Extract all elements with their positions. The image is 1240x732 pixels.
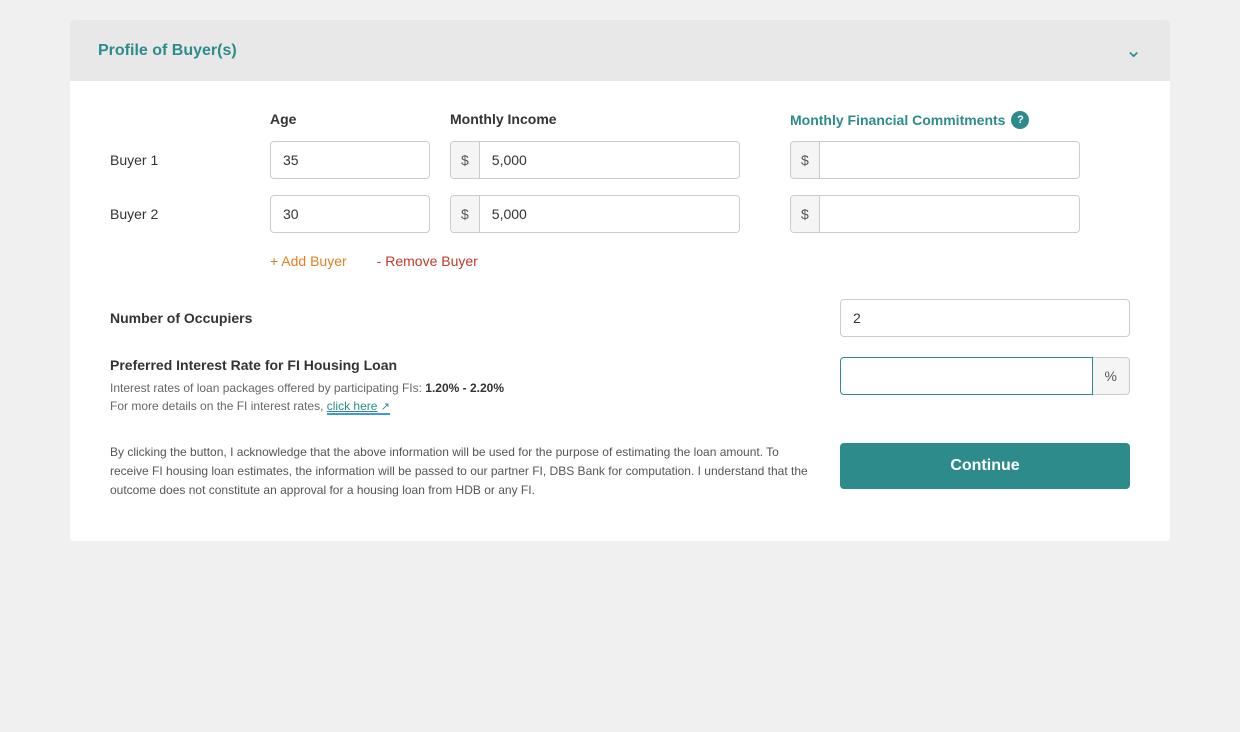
buyer-2-label: Buyer 2 xyxy=(110,206,270,222)
interest-rate-left: Preferred Interest Rate for FI Housing L… xyxy=(110,357,840,419)
interest-rate-input[interactable] xyxy=(840,357,1093,395)
age-column-header: Age xyxy=(270,111,450,129)
income-column-header: Monthly Income xyxy=(450,111,790,129)
buyer-1-age-input[interactable] xyxy=(270,141,430,179)
disclaimer-section: By clicking the button, I acknowledge th… xyxy=(110,443,1130,501)
occupiers-input[interactable] xyxy=(840,299,1130,337)
buyer-2-commitments-input[interactable] xyxy=(820,196,1079,232)
buyer-2-commitments-field: $ xyxy=(790,195,1080,233)
interest-rate-row: Preferred Interest Rate for FI Housing L… xyxy=(110,357,1130,419)
remove-buyer-link[interactable]: - Remove Buyer xyxy=(377,253,478,269)
buyer-2-age-input[interactable] xyxy=(270,195,430,233)
occupiers-row: Number of Occupiers xyxy=(110,299,1130,337)
buyer-2-row: Buyer 2 $ $ xyxy=(110,195,1130,233)
buyer-actions: + Add Buyer - Remove Buyer xyxy=(110,253,1130,269)
buyer-1-income-field: $ xyxy=(450,141,740,179)
buyer-1-label: Buyer 1 xyxy=(110,152,270,168)
buyer-1-commitments-field: $ xyxy=(790,141,1080,179)
dollar-prefix-icon-4: $ xyxy=(791,196,820,232)
occupiers-input-wrapper xyxy=(840,299,1130,337)
percent-suffix: % xyxy=(1093,357,1130,395)
chevron-down-icon: ⌄ xyxy=(1125,38,1142,63)
commitments-column-header: Monthly Financial Commitments ? xyxy=(790,111,1130,129)
interest-rate-info-2: For more details on the FI interest rate… xyxy=(110,399,840,415)
occupiers-label: Number of Occupiers xyxy=(110,310,840,326)
page-container: Profile of Buyer(s) ⌄ Age Monthly Income… xyxy=(70,20,1170,541)
dollar-prefix-icon-3: $ xyxy=(451,196,480,232)
continue-button[interactable]: Continue xyxy=(840,443,1130,489)
interest-rate-title: Preferred Interest Rate for FI Housing L… xyxy=(110,357,840,373)
external-link-icon: ↗ xyxy=(381,401,390,413)
buyer-1-income-input[interactable] xyxy=(480,142,739,178)
dollar-prefix-icon-2: $ xyxy=(791,142,820,178)
add-buyer-link[interactable]: + Add Buyer xyxy=(270,253,347,269)
help-icon[interactable]: ? xyxy=(1011,111,1029,129)
column-headers: Age Monthly Income Monthly Financial Com… xyxy=(110,111,1130,129)
buyer-1-row: Buyer 1 $ $ xyxy=(110,141,1130,179)
click-here-link[interactable]: click here xyxy=(327,399,378,413)
interest-rate-info-1: Interest rates of loan packages offered … xyxy=(110,381,840,395)
profile-header-title: Profile of Buyer(s) xyxy=(98,42,237,60)
disclaimer-text: By clicking the button, I acknowledge th… xyxy=(110,443,810,501)
profile-header[interactable]: Profile of Buyer(s) ⌄ xyxy=(70,20,1170,81)
continue-button-wrapper: Continue xyxy=(840,443,1130,489)
buyer-2-income-input[interactable] xyxy=(480,196,739,232)
dollar-prefix-icon: $ xyxy=(451,142,480,178)
buyer-1-commitments-input[interactable] xyxy=(820,142,1079,178)
content-area: Age Monthly Income Monthly Financial Com… xyxy=(70,81,1170,541)
buyer-2-income-field: $ xyxy=(450,195,740,233)
interest-rate-range: 1.20% - 2.20% xyxy=(425,381,504,395)
interest-rate-input-group: % xyxy=(840,357,1130,395)
